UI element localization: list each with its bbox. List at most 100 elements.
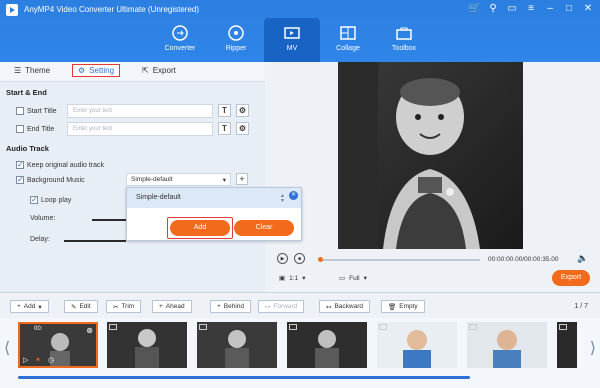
menu-icon[interactable]: ≡ <box>525 3 537 15</box>
chevron-left-icon[interactable]: ⟨ <box>4 338 10 358</box>
end-title-settings-button[interactable]: ⚙ <box>236 122 249 135</box>
keep-original-label: Keep original audio track <box>27 161 105 169</box>
theme-icon: ☰ <box>14 66 22 75</box>
keep-original-checkbox[interactable] <box>16 160 24 169</box>
clip-thumbnail[interactable] <box>467 322 547 368</box>
tab-setting-label: Setting <box>89 66 115 75</box>
disc-icon <box>228 25 244 41</box>
tab-collage[interactable]: Collage <box>320 18 376 62</box>
chevron-down-icon: ▾ <box>38 303 42 311</box>
video-preview <box>338 62 523 249</box>
chevron-down-icon: ▾ <box>302 275 306 282</box>
volume-label: Volume: <box>30 215 56 222</box>
play-button[interactable]: ▶ <box>277 253 288 264</box>
progress-handle[interactable] <box>318 257 323 262</box>
chevron-right-icon[interactable]: ⟩ <box>590 338 596 358</box>
tab-export[interactable]: ⇱ Export <box>142 66 176 75</box>
star-icon[interactable]: ✶ <box>35 356 41 364</box>
volume-icon[interactable]: 🔈 <box>577 253 588 264</box>
clip-thumbnail[interactable] <box>557 322 577 368</box>
baby-thumbnail-image <box>287 322 367 368</box>
empty-label: Empty <box>399 303 418 310</box>
popup-add-button[interactable]: Add <box>170 220 230 236</box>
start-title-text-button[interactable]: T <box>218 104 231 117</box>
backward-label: Backward <box>334 303 363 310</box>
popup-close-icon[interactable]: ✕ <box>289 191 298 200</box>
clip-thumbnail[interactable] <box>197 322 277 368</box>
clip-thumbnail[interactable] <box>107 322 187 368</box>
baby-thumbnail-image <box>107 322 187 368</box>
scissors-icon: ✂ <box>113 303 119 311</box>
cart-icon[interactable]: 🛒 <box>468 3 480 15</box>
minimize-icon[interactable]: – <box>544 3 556 15</box>
chat-icon[interactable]: ▭ <box>506 3 518 15</box>
gear-icon: ⚙ <box>78 66 86 75</box>
plus-icon: + <box>17 303 21 310</box>
size-select[interactable]: ▭ Full ▾ <box>339 274 367 283</box>
loop-play-checkbox[interactable] <box>30 195 38 204</box>
start-title-checkbox[interactable] <box>16 107 24 115</box>
behind-button[interactable]: + Behind <box>210 300 252 313</box>
tab-theme[interactable]: ☰ Theme <box>14 66 50 75</box>
clip-thumbnail[interactable] <box>287 322 367 368</box>
clock-icon[interactable]: ◷ <box>48 356 54 364</box>
play-icon[interactable]: ▷ <box>23 356 28 364</box>
stop-button[interactable]: ■ <box>294 253 305 264</box>
forward-icon: ↦ <box>265 303 271 311</box>
baby-photo-image <box>338 62 523 249</box>
plus-icon: + <box>217 303 221 310</box>
image-icon <box>109 324 117 330</box>
forward-button[interactable]: ↦ Forward <box>258 300 305 313</box>
start-title-input[interactable]: Enter your text <box>67 104 213 118</box>
trim-button[interactable]: ✂ Trim <box>106 300 142 313</box>
progress-bar[interactable] <box>318 257 480 262</box>
maximize-icon[interactable]: □ <box>563 3 575 15</box>
tab-toolbox[interactable]: Toolbox <box>376 18 432 62</box>
volume-slider[interactable] <box>92 219 126 221</box>
music-select-value: Simple-default <box>131 176 173 183</box>
tab-converter[interactable]: Converter <box>152 18 208 62</box>
baby-thumbnail-image <box>197 322 277 368</box>
plus-icon: + <box>159 303 163 310</box>
ratio-select[interactable]: ▣ 1:1 ▾ <box>279 274 306 283</box>
tab-converter-label: Converter <box>164 45 196 52</box>
end-title-input[interactable]: Enter your text <box>67 122 213 136</box>
clip-thumbnail[interactable]: 00: ⊗ ▷ ✶ ◷ <box>18 322 98 368</box>
sort-arrows-icon[interactable]: ▲ ▼ <box>280 194 285 204</box>
tab-setting[interactable]: ⚙ Setting <box>72 64 121 77</box>
background-music-checkbox[interactable] <box>16 175 24 184</box>
tab-ripper[interactable]: Ripper <box>208 18 264 62</box>
backward-button[interactable]: ↤ Backward <box>319 300 370 313</box>
edit-label: Edit <box>79 303 91 310</box>
add-music-button[interactable]: + <box>236 173 248 185</box>
empty-button[interactable]: 🗑 Empty <box>381 300 425 313</box>
start-title-settings-button[interactable]: ⚙ <box>236 104 249 117</box>
tab-collage-label: Collage <box>336 45 360 52</box>
loop-play-label: Loop play <box>41 196 72 204</box>
page-count: 1 / 7 <box>574 303 588 310</box>
edit-icon: ✎ <box>71 303 77 311</box>
delay-label: Delay: <box>30 236 50 243</box>
tab-ripper-label: Ripper <box>225 45 247 52</box>
tab-mv[interactable]: MV <box>264 18 320 62</box>
end-title-checkbox[interactable] <box>16 125 24 133</box>
delay-slider[interactable] <box>64 240 126 242</box>
clip-thumbnail[interactable] <box>377 322 457 368</box>
popup-clear-button[interactable]: Clear <box>234 220 294 236</box>
edit-button[interactable]: ✎ Edit <box>64 300 98 313</box>
close-icon[interactable]: ⊗ <box>86 326 93 335</box>
user-icon[interactable]: ⚲ <box>487 3 499 15</box>
end-title-text-button[interactable]: T <box>218 122 231 135</box>
export-button[interactable]: Export <box>552 270 590 286</box>
main-nav: Converter Ripper MV Collage Toolbox <box>152 18 432 62</box>
music-select[interactable]: Simple-default ▾ <box>126 173 231 186</box>
ahead-button[interactable]: + Ahead <box>152 300 192 313</box>
clip-duration: 00: <box>34 326 43 332</box>
timeline-scrollbar[interactable] <box>18 376 470 379</box>
monitor-icon: ▭ <box>339 275 346 282</box>
image-icon <box>469 324 477 330</box>
chevron-down-icon: ▾ <box>222 177 226 184</box>
close-icon[interactable]: ✕ <box>582 3 594 15</box>
popup-selected-item[interactable]: Simple-default <box>127 188 301 208</box>
add-button[interactable]: + Add ▾ <box>10 300 49 313</box>
